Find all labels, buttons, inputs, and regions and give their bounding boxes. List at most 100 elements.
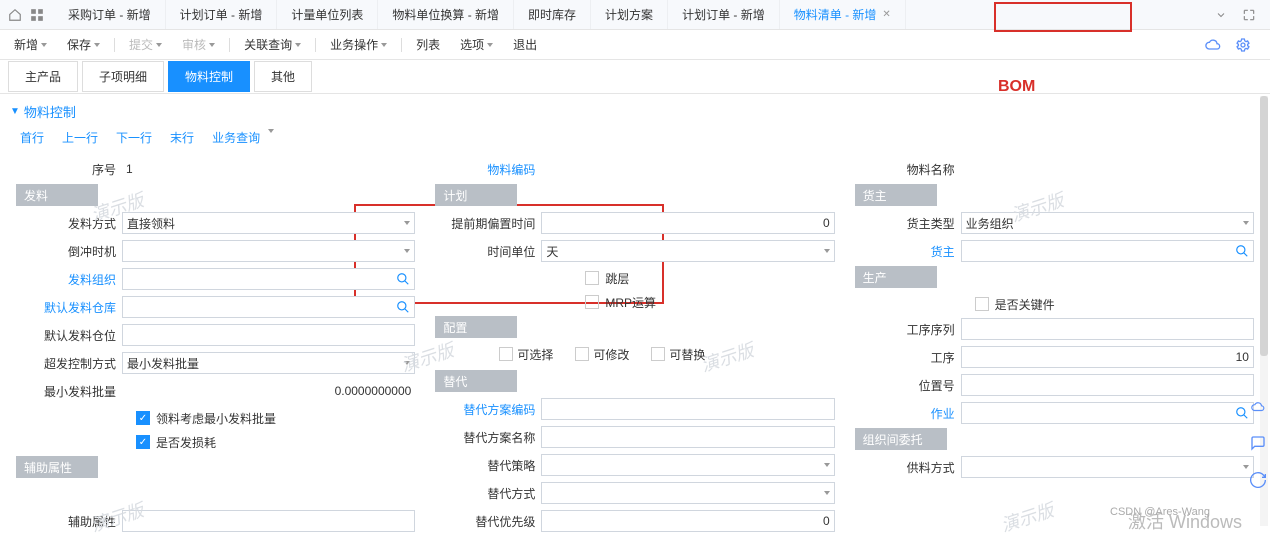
- tab-other[interactable]: 其他: [254, 61, 312, 92]
- matcode-label[interactable]: 物料编码: [435, 161, 541, 178]
- audit-button[interactable]: 审核: [176, 36, 221, 53]
- def-wh-label[interactable]: 默认发料仓库: [16, 299, 122, 316]
- group-prod: 生产: [855, 266, 937, 288]
- check-replaceable[interactable]: 可替换: [651, 346, 705, 363]
- col-middle: 物料编码 计划 提前期偏置时间0 时间单位天 跳层 MRP运算 配置 可选择 可…: [435, 156, 834, 538]
- grid-icon[interactable]: [28, 6, 46, 24]
- section-header[interactable]: ▼物料控制: [0, 94, 1270, 125]
- add-button[interactable]: 新增: [8, 36, 53, 53]
- send-org-label[interactable]: 发料组织: [16, 271, 122, 288]
- aux-input[interactable]: [122, 510, 415, 532]
- check-modifiable[interactable]: 可修改: [575, 346, 629, 363]
- app-tabbar: 采购订单 - 新增 计划订单 - 新增 计量单位列表 物料单位换算 - 新增 即…: [0, 0, 1270, 30]
- cloud-icon[interactable]: [1250, 400, 1268, 417]
- search-icon[interactable]: [396, 300, 410, 317]
- group-plan: 计划: [435, 184, 517, 206]
- search-icon[interactable]: [396, 272, 410, 289]
- check-mrp[interactable]: MRP运算: [435, 290, 834, 314]
- over-select[interactable]: 最小发料批量: [122, 352, 415, 374]
- exit-button[interactable]: 退出: [507, 36, 543, 53]
- option-button[interactable]: 选项: [454, 36, 499, 53]
- app-tab[interactable]: 即时库存: [514, 0, 591, 29]
- proc-label: 工序: [855, 349, 961, 366]
- tab-sub-detail[interactable]: 子项明细: [82, 61, 164, 92]
- lead-label: 提前期偏置时间: [435, 215, 541, 232]
- chevron-down-icon[interactable]: [268, 129, 274, 133]
- owner-label[interactable]: 货主: [855, 243, 961, 260]
- cloud-icon[interactable]: [1204, 36, 1222, 54]
- app-tab[interactable]: 计划订单 - 新增: [166, 0, 278, 29]
- seqno-input[interactable]: [961, 318, 1254, 340]
- check-selectable[interactable]: 可选择: [499, 346, 553, 363]
- substrat-select[interactable]: [541, 454, 834, 476]
- submode-select[interactable]: [541, 482, 834, 504]
- job-label[interactable]: 作业: [855, 405, 961, 422]
- proc-input[interactable]: 10: [961, 346, 1254, 368]
- ownertype-select[interactable]: 业务组织: [961, 212, 1254, 234]
- relquery-button[interactable]: 关联查询: [238, 36, 307, 53]
- owner-input[interactable]: [961, 240, 1254, 262]
- check-skip[interactable]: 跳层: [435, 266, 834, 290]
- supply-label: 供料方式: [855, 459, 961, 476]
- chat-icon[interactable]: [1250, 435, 1268, 454]
- save-button[interactable]: 保存: [61, 36, 106, 53]
- app-tab[interactable]: 物料单位换算 - 新增: [378, 0, 514, 29]
- lead-input[interactable]: 0: [541, 212, 834, 234]
- supply-select[interactable]: [961, 456, 1254, 478]
- csdn-watermark: CSDN @Ares-Wang: [1110, 506, 1210, 518]
- app-tab[interactable]: 计划方案: [591, 0, 668, 29]
- close-icon[interactable]: ✕: [882, 9, 890, 20]
- app-tab[interactable]: 采购订单 - 新增: [54, 0, 166, 29]
- subname-label: 替代方案名称: [435, 429, 541, 446]
- tab-material-control[interactable]: 物料控制: [168, 61, 250, 92]
- subpri-label: 替代优先级: [435, 513, 541, 530]
- home-icon[interactable]: [6, 6, 24, 24]
- tab-main-product[interactable]: 主产品: [8, 61, 78, 92]
- send-mode-select[interactable]: 直接领料: [122, 212, 415, 234]
- backflush-label: 倒冲时机: [16, 243, 122, 260]
- subcode-label[interactable]: 替代方案编码: [435, 401, 541, 418]
- seqno-label: 工序序列: [855, 321, 961, 338]
- nav-first[interactable]: 首行: [20, 129, 44, 146]
- subname-input[interactable]: [541, 426, 834, 448]
- search-icon[interactable]: [1235, 406, 1249, 423]
- def-loc-label: 默认发料仓位: [16, 327, 122, 344]
- job-input[interactable]: [961, 402, 1254, 424]
- check-loss[interactable]: ✓是否发损耗: [16, 430, 415, 454]
- group-delegate: 组织间委托: [855, 428, 947, 450]
- bizop-button[interactable]: 业务操作: [324, 36, 393, 53]
- app-tab[interactable]: 计划订单 - 新增: [668, 0, 780, 29]
- app-tab-active[interactable]: 物料清单 - 新增✕: [780, 0, 906, 29]
- maximize-icon[interactable]: [1240, 6, 1258, 24]
- matname-label: 物料名称: [855, 161, 961, 178]
- nav-last[interactable]: 末行: [170, 129, 194, 146]
- list-button[interactable]: 列表: [410, 36, 446, 53]
- col-right: 物料名称 货主 货主类型业务组织 货主 生产 是否关键件 工序序列 工序10 位…: [855, 156, 1254, 538]
- search-icon[interactable]: [1235, 244, 1249, 261]
- app-tabs: 采购订单 - 新增 计划订单 - 新增 计量单位列表 物料单位换算 - 新增 即…: [54, 0, 1208, 29]
- def-wh-input[interactable]: [122, 296, 415, 318]
- pos-input[interactable]: [961, 374, 1254, 396]
- nav-next[interactable]: 下一行: [116, 129, 152, 146]
- subpri-input[interactable]: 0: [541, 510, 834, 532]
- backflush-select[interactable]: [122, 240, 415, 262]
- def-loc-input[interactable]: [122, 324, 415, 346]
- group-aux: 辅助属性: [16, 456, 98, 478]
- app-tab[interactable]: 计量单位列表: [277, 0, 378, 29]
- nav-bizquery[interactable]: 业务查询: [212, 129, 260, 146]
- tu-label: 时间单位: [435, 243, 541, 260]
- main-tabs: 主产品 子项明细 物料控制 其他: [0, 60, 1270, 94]
- check-keypart[interactable]: 是否关键件: [855, 292, 1254, 316]
- tu-select[interactable]: 天: [541, 240, 834, 262]
- refresh-icon[interactable]: [1250, 472, 1268, 491]
- scrollbar-thumb[interactable]: [1260, 96, 1268, 356]
- submit-button[interactable]: 提交: [123, 36, 168, 53]
- content-area: ▼物料控制 首行 上一行 下一行 末行 业务查询 序号1 发料 发料方式直接领料…: [0, 94, 1270, 538]
- check-min-batch[interactable]: ✓领料考虑最小发料批量: [16, 406, 415, 430]
- group-config: 配置: [435, 316, 517, 338]
- send-org-input[interactable]: [122, 268, 415, 290]
- nav-prev[interactable]: 上一行: [62, 129, 98, 146]
- collapse-icon[interactable]: [1212, 6, 1230, 24]
- subcode-input[interactable]: [541, 398, 834, 420]
- gear-icon[interactable]: [1234, 36, 1252, 54]
